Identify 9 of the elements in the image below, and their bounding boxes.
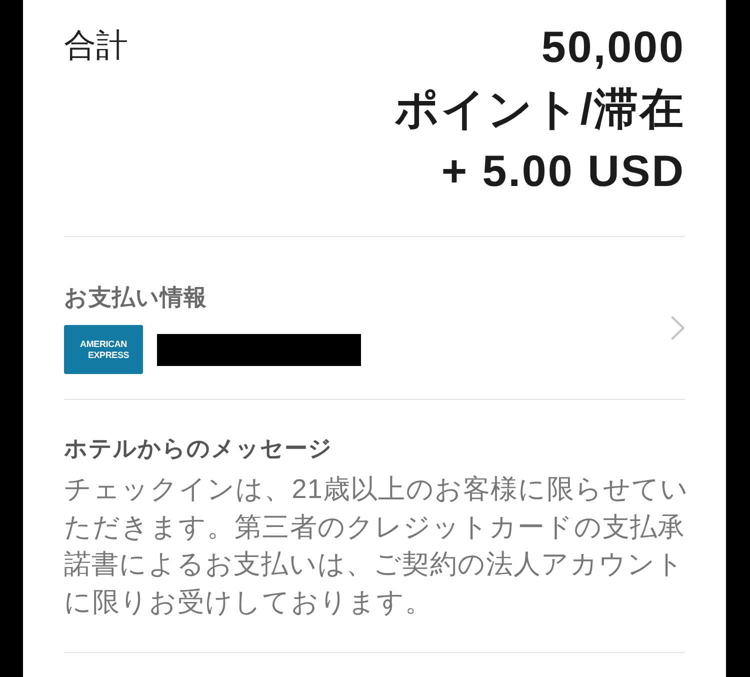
chevron-right-icon[interactable] — [671, 316, 685, 340]
total-label: 合計 — [64, 26, 128, 65]
total-amount: 50,000 — [541, 22, 685, 74]
payment-heading: お支払い情報 — [64, 283, 208, 312]
message-heading: ホテルからのメッセージ — [64, 434, 334, 463]
card-logo: AMERICAN EXPRESS — [64, 325, 143, 374]
total-amount: + 5.00 USD — [441, 146, 685, 198]
total-amount: ポイント/滞在 — [394, 84, 685, 136]
message-text: チェックインは、21歳以上のお客様に限らせていただきます。第三者のクレジットカードの支払承諾書によるお支払いは、ご契約の法人アカウントに限りお受けしております。 — [64, 473, 690, 620]
